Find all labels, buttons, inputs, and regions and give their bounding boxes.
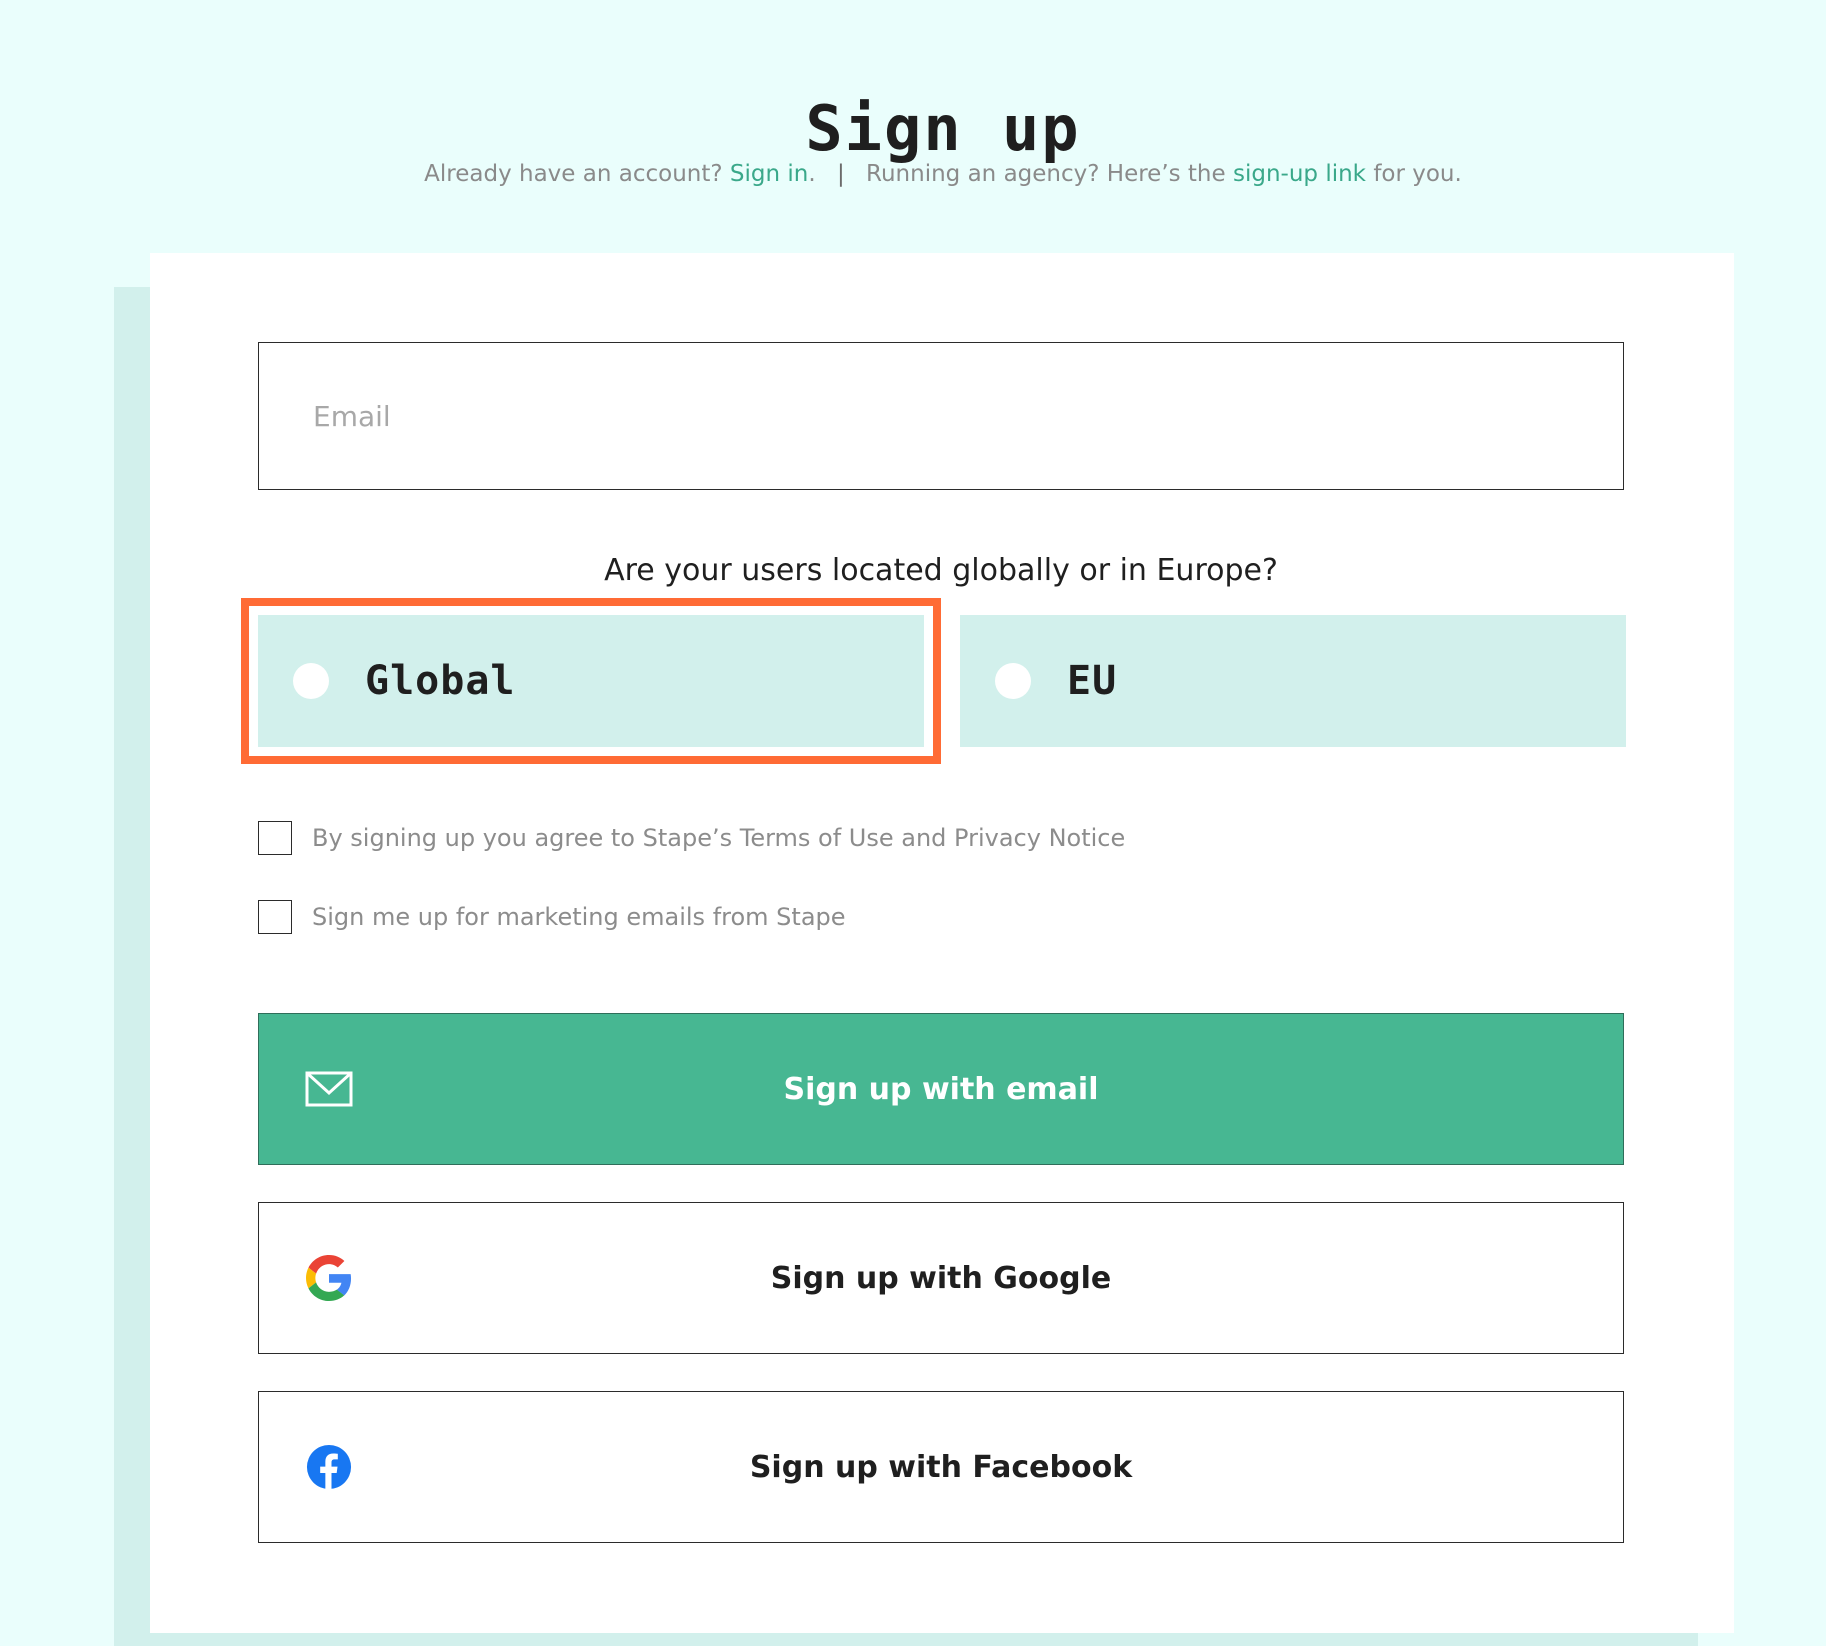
- terms-checkbox-label: By signing up you agree to Stape’s Terms…: [312, 824, 1126, 852]
- envelope-icon: [305, 1065, 353, 1113]
- agency-text: Running an agency? Here’s the: [866, 161, 1226, 187]
- region-question: Are your users located globally or in Eu…: [604, 553, 1278, 588]
- radio-global[interactable]: [293, 663, 329, 699]
- separator: |: [836, 161, 845, 187]
- region-option-global[interactable]: Global: [241, 598, 941, 764]
- agency-sign-up-link[interactable]: sign-up link: [1233, 161, 1366, 187]
- sign-up-email-label: Sign up with email: [783, 1071, 1099, 1107]
- sign-in-link[interactable]: Sign in: [730, 161, 808, 187]
- sign-up-email-button[interactable]: Sign up with email: [258, 1013, 1624, 1165]
- agency-suffix: for you.: [1373, 161, 1462, 187]
- terms-checkbox-row[interactable]: By signing up you agree to Stape’s Terms…: [258, 821, 1125, 855]
- terms-checkbox[interactable]: [258, 821, 292, 855]
- sign-up-google-label: Sign up with Google: [770, 1260, 1112, 1296]
- signin-prompt: Already have an account? Sign in. | Runn…: [0, 159, 1826, 189]
- marketing-checkbox[interactable]: [258, 900, 292, 934]
- radio-eu[interactable]: [995, 663, 1031, 699]
- already-have-account-text: Already have an account?: [424, 161, 723, 187]
- signup-card: Are your users located globally or in Eu…: [150, 253, 1734, 1633]
- google-icon: [305, 1254, 353, 1302]
- email-input[interactable]: [258, 342, 1624, 490]
- sign-up-facebook-button[interactable]: Sign up with Facebook: [258, 1391, 1624, 1543]
- page-title: Sign up: [805, 91, 1081, 165]
- marketing-checkbox-row[interactable]: Sign me up for marketing emails from Sta…: [258, 900, 846, 934]
- marketing-checkbox-label: Sign me up for marketing emails from Sta…: [312, 903, 846, 931]
- sign-up-facebook-label: Sign up with Facebook: [749, 1449, 1133, 1485]
- region-label-global: Global: [365, 658, 516, 704]
- facebook-icon: [305, 1443, 353, 1491]
- sign-up-google-button[interactable]: Sign up with Google: [258, 1202, 1624, 1354]
- sign-in-suffix: .: [808, 161, 816, 187]
- region-label-eu: EU: [1067, 658, 1118, 704]
- region-option-eu[interactable]: EU: [960, 615, 1626, 747]
